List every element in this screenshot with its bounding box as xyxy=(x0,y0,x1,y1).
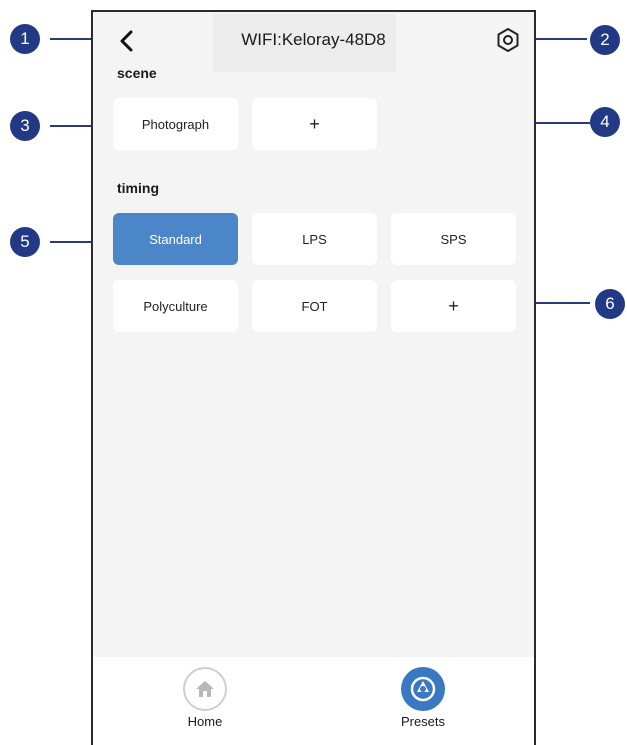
scene-card-photograph[interactable]: Photograph xyxy=(113,98,238,150)
scene-add-button[interactable]: + xyxy=(252,98,377,150)
nav-home-label: Home xyxy=(187,714,223,729)
timing-card-sps[interactable]: SPS xyxy=(391,213,516,265)
callout-badge-3: 3 xyxy=(10,111,40,141)
callout-badge-5: 5 xyxy=(10,227,40,257)
timing-card-lps[interactable]: LPS xyxy=(252,213,377,265)
timing-section-label: timing xyxy=(117,180,159,196)
nav-presets[interactable]: Presets xyxy=(378,667,468,729)
timing-card-standard[interactable]: Standard xyxy=(113,213,238,265)
presets-icon xyxy=(401,667,445,711)
scene-section-label: scene xyxy=(117,65,157,81)
callout-badge-4: 4 xyxy=(590,107,620,137)
timing-card-fot[interactable]: FOT xyxy=(252,280,377,332)
callout-badge-1: 1 xyxy=(10,24,40,54)
callout-badge-2: 2 xyxy=(590,25,620,55)
hexagon-gear-icon xyxy=(497,28,519,52)
settings-button[interactable] xyxy=(495,27,521,53)
bottom-nav: Home Presets xyxy=(93,657,534,745)
timing-add-button[interactable]: + xyxy=(391,280,516,332)
phone-screen: WIFI:Keloray-48D8 scene Photograph + tim… xyxy=(91,10,536,745)
nav-presets-label: Presets xyxy=(400,714,446,729)
home-icon xyxy=(183,667,227,711)
callout-line-2 xyxy=(532,38,587,40)
nav-home[interactable]: Home xyxy=(160,667,250,729)
timing-card-polyculture[interactable]: Polyculture xyxy=(113,280,238,332)
page-title: WIFI:Keloray-48D8 xyxy=(241,30,386,49)
callout-badge-6: 6 xyxy=(595,289,625,319)
